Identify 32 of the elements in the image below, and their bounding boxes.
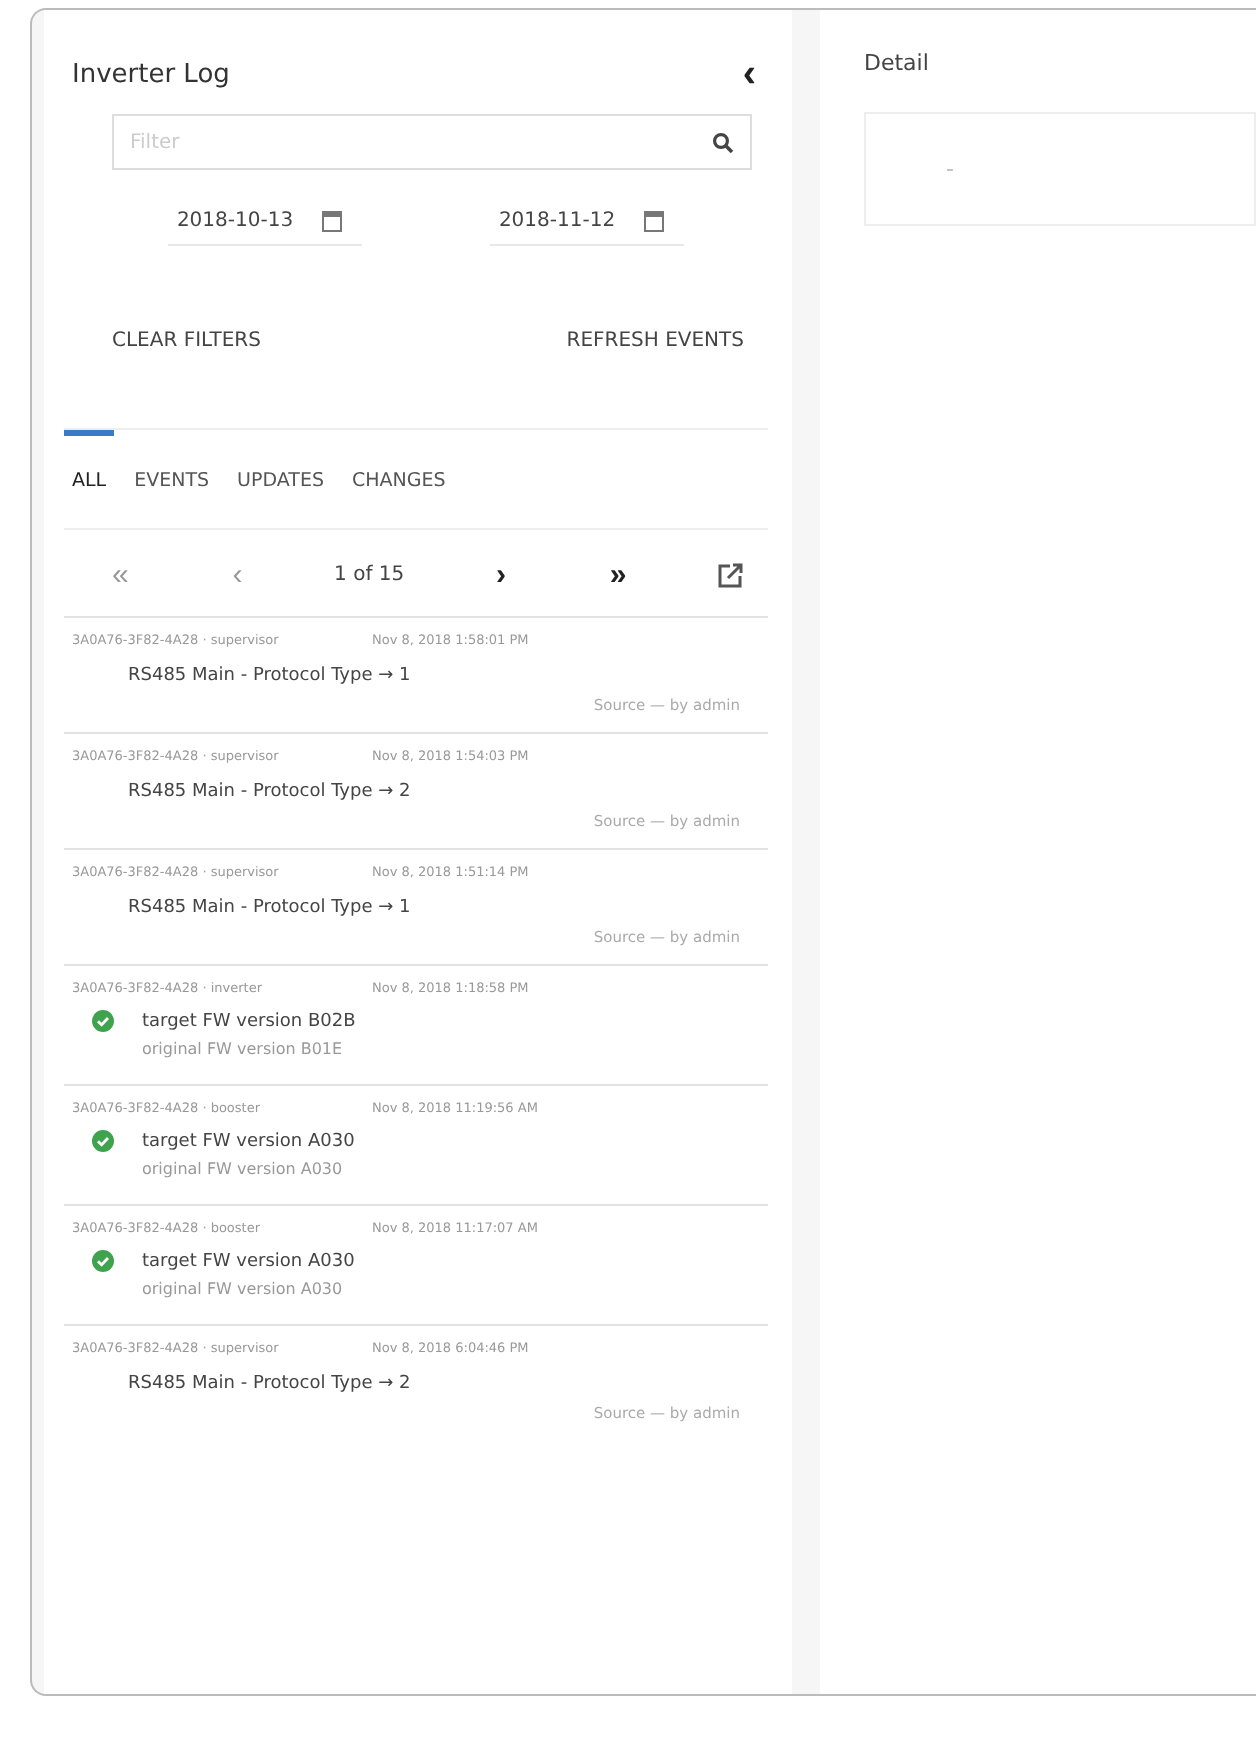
export-icon[interactable]	[718, 562, 744, 588]
update-original: original FW version A030	[140, 1278, 345, 1302]
last-page-button[interactable]: »	[597, 558, 639, 592]
update-title: target FW version A030	[142, 1251, 355, 1271]
action-button[interactable]: REFRESH EVENTS	[554, 318, 756, 364]
check-circle-icon	[92, 1250, 114, 1272]
page-indicator: 1 of 15	[334, 564, 405, 586]
update-original: original FW version A030	[140, 1158, 345, 1182]
next-page-button[interactable]: ›	[483, 558, 518, 592]
panel-title: Inverter Log	[72, 59, 230, 89]
change-title: RS485 Main - Protocol Type → 2	[126, 780, 413, 802]
change-title: RS485 Main - Protocol Type → 2	[126, 1372, 413, 1394]
collapse-button[interactable]: ‹	[730, 54, 768, 94]
update-title: target FW version A030	[142, 1131, 355, 1151]
date-field[interactable]: 2018-10-13	[168, 202, 362, 246]
tab[interactable]: CHANGES	[343, 430, 454, 528]
calendar-icon	[643, 210, 664, 232]
check-circle-icon	[92, 1010, 114, 1032]
panel-title: Detail	[864, 50, 931, 76]
tab[interactable]: EVENTS	[126, 430, 218, 528]
action-button[interactable]: CLEAR FILTERS	[100, 318, 273, 364]
tab[interactable]: ALL	[64, 430, 115, 528]
date-field[interactable]: 2018-11-12	[490, 202, 684, 246]
empty-placeholder: -	[946, 156, 954, 182]
change-title: RS485 Main - Protocol Type → 1	[126, 896, 413, 918]
tab[interactable]: UPDATES	[229, 430, 332, 528]
change-title: RS485 Main - Protocol Type → 1	[126, 664, 413, 686]
check-circle-icon	[92, 1130, 114, 1152]
calendar-icon	[321, 210, 342, 232]
update-title: target FW version B02B	[142, 1011, 356, 1031]
search-icon	[712, 132, 734, 154]
update-original: original FW version B01E	[140, 1038, 345, 1062]
